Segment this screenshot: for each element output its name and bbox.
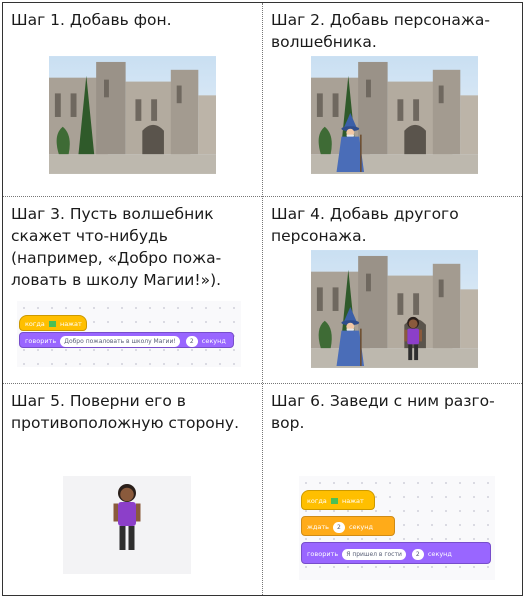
say-text-input[interactable]: Добро пожаловать в школу Магии! — [60, 335, 180, 347]
step-6-caption: Шаг 6. Заведи с ним разго- вор. — [271, 392, 495, 432]
when-flag-clicked-block[interactable]: когда нажат — [19, 315, 87, 331]
step-5-cell: Шаг 5. Поверни его в противоположную сто… — [3, 384, 262, 594]
block-label: секунд — [348, 523, 374, 531]
step-1-caption: Шаг 1. Добавь фон. — [11, 11, 172, 29]
scratch-script-area: когда нажат ждать 2 секунд говорить Я пр… — [299, 476, 495, 580]
block-label: когда — [25, 320, 45, 328]
steps-table: Шаг 1. Добавь фон. Шаг 2. Добавь персона… — [2, 2, 523, 596]
step-1-cell: Шаг 1. Добавь фон. — [3, 3, 262, 196]
wait-secs-input[interactable]: 2 — [333, 521, 345, 533]
block-label: нажат — [341, 497, 364, 505]
step-2-caption: Шаг 2. Добавь персонажа- волшебника. — [271, 11, 490, 51]
green-flag-icon — [330, 498, 338, 504]
say-text-input[interactable]: Я пришел в гости — [342, 548, 406, 560]
castle-with-two-characters-scene — [311, 250, 478, 368]
when-flag-clicked-block[interactable]: когда нажат — [301, 490, 375, 510]
scratch-script-area: когда нажат говорить Добро пожаловать в … — [17, 301, 241, 367]
block-label: говорить — [307, 550, 339, 558]
castle-with-wizard-scene — [311, 56, 478, 174]
wait-secs-block[interactable]: ждать 2 секунд — [301, 516, 395, 536]
say-for-secs-block[interactable]: говорить Добро пожаловать в школу Магии!… — [19, 332, 234, 348]
step-4-cell: Шаг 4. Добавь другого персонажа. — [263, 197, 522, 383]
girl-stage — [63, 476, 191, 574]
block-label: секунд — [201, 337, 226, 345]
secs-input[interactable]: 2 — [411, 548, 424, 560]
step-3-caption: Шаг 3. Пусть волшебник скажет что-нибудь… — [11, 205, 222, 289]
block-label: нажат — [59, 320, 82, 328]
say-for-secs-block[interactable]: говорить Я пришел в гости 2 секунд — [301, 542, 491, 564]
step-2-cell: Шаг 2. Добавь персонажа- волшебника. — [263, 3, 522, 196]
block-label: говорить — [25, 337, 57, 345]
block-label: ждать — [307, 523, 329, 531]
step-6-cell: Шаг 6. Заведи с ним разго- вор. когда на… — [263, 384, 522, 594]
castle-backdrop — [49, 56, 216, 174]
step-5-caption: Шаг 5. Поверни его в противоположную сто… — [11, 392, 240, 432]
green-flag-icon — [48, 321, 56, 327]
secs-input[interactable]: 2 — [185, 335, 198, 347]
step-3-cell: Шаг 3. Пусть волшебник скажет что-нибудь… — [3, 197, 262, 383]
block-label: секунд — [427, 550, 452, 558]
block-label: когда — [307, 497, 327, 505]
step-4-caption: Шаг 4. Добавь другого персонажа. — [271, 205, 459, 245]
